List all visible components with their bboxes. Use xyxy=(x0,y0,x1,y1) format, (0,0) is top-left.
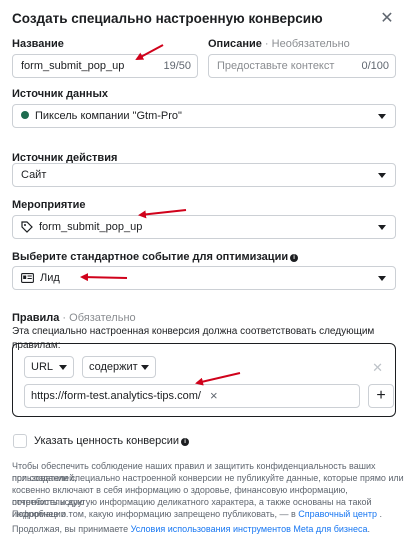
description-optional-text: · Необязательно xyxy=(261,38,350,50)
rule-field-value: URL xyxy=(31,361,54,373)
description-input[interactable]: Предоставьте контекст 0/100 xyxy=(208,54,396,78)
rules-label-text: Правила xyxy=(12,312,60,324)
add-rule-button[interactable]: + xyxy=(368,384,394,408)
disclaimer-line: при создании специально настроенной конв… xyxy=(12,473,404,483)
url-token: https://form-test.analytics-tips.com/ xyxy=(31,390,201,402)
rule-field-select[interactable]: URL xyxy=(24,356,74,378)
event-tag-icon xyxy=(21,221,33,233)
rules-required-text: · Обязательно xyxy=(59,312,136,324)
remove-token-icon[interactable]: × xyxy=(210,387,218,405)
caret-down-icon xyxy=(59,365,67,370)
event-value: form_submit_pop_up xyxy=(39,221,143,233)
name-counter: 19/50 xyxy=(163,60,191,72)
rule-url-input[interactable]: https://form-test.analytics-tips.com/ × xyxy=(24,384,360,408)
name-input[interactable]: form_submit_pop_up 19/50 xyxy=(12,54,198,78)
create-custom-conversion-dialog: Создать специально настроенную конверсию… xyxy=(0,0,411,538)
data-source-label: Источник данных xyxy=(12,88,108,100)
disclaimer-help-post: . xyxy=(376,509,382,519)
standard-event-select[interactable]: Лид xyxy=(12,266,396,290)
rules-label: Правила · Обязательно xyxy=(12,311,136,325)
disclaimer-help-pre: Подробнее о том, какую информацию запрещ… xyxy=(12,509,299,519)
action-source-select[interactable]: Сайт xyxy=(12,163,396,187)
info-icon[interactable]: i xyxy=(290,254,299,262)
data-source-value: Пиксель компании "Gtm-Pro" xyxy=(35,110,182,122)
name-input-value: form_submit_pop_up xyxy=(21,60,125,72)
terms-text: Продолжая, вы принимаете Условия использ… xyxy=(12,523,370,535)
caret-down-icon xyxy=(141,365,149,370)
pixel-status-dot-icon xyxy=(21,111,29,119)
close-icon[interactable]: ✕ xyxy=(379,10,395,28)
disclaimer-line: Подробнее о том, какую информацию запрещ… xyxy=(12,508,382,520)
rule-operator-value: содержит xyxy=(89,361,138,373)
conversion-value-checkbox[interactable] xyxy=(13,434,27,448)
event-select[interactable]: form_submit_pop_up xyxy=(12,215,396,239)
name-label: Название xyxy=(12,38,64,50)
conversion-value-label: Указать ценность конверсии i xyxy=(34,434,190,448)
rule-editor: URL содержит ✕ https://form-test.analyti… xyxy=(12,343,396,417)
terms-post: . xyxy=(367,524,371,534)
data-source-select[interactable]: Пиксель компании "Gtm-Pro" xyxy=(12,104,396,128)
info-icon[interactable]: i xyxy=(181,438,190,446)
description-counter: 0/100 xyxy=(361,60,389,72)
action-source-value: Сайт xyxy=(21,169,47,181)
caret-down-icon xyxy=(378,173,386,178)
conversion-value-label-text: Указать ценность конверсии xyxy=(34,435,180,447)
terms-link[interactable]: Условия использования инструментов Meta … xyxy=(131,524,368,534)
dialog-title: Создать специально настроенную конверсию xyxy=(12,11,323,26)
standard-event-value: Лид xyxy=(40,272,60,284)
caret-down-icon xyxy=(378,276,386,281)
id-card-icon xyxy=(21,273,34,284)
description-placeholder: Предоставьте контекст xyxy=(217,60,335,72)
description-label-text: Описание xyxy=(208,38,262,50)
event-label: Мероприятие xyxy=(12,199,86,211)
standard-event-label-text: Выберите стандартное событие для оптимиз… xyxy=(12,251,289,263)
standard-event-label: Выберите стандартное событие для оптимиз… xyxy=(12,250,299,264)
description-label: Описание · Необязательно xyxy=(208,37,350,51)
remove-rule-icon[interactable]: ✕ xyxy=(372,360,383,376)
terms-pre: Продолжая, вы принимаете xyxy=(12,524,131,534)
caret-down-icon xyxy=(378,114,386,119)
rule-operator-select[interactable]: содержит xyxy=(82,356,156,378)
dialog-header: Создать специально настроенную конверсию… xyxy=(12,10,399,30)
help-center-link[interactable]: Справочный центр xyxy=(298,509,377,519)
caret-down-icon xyxy=(378,225,386,230)
